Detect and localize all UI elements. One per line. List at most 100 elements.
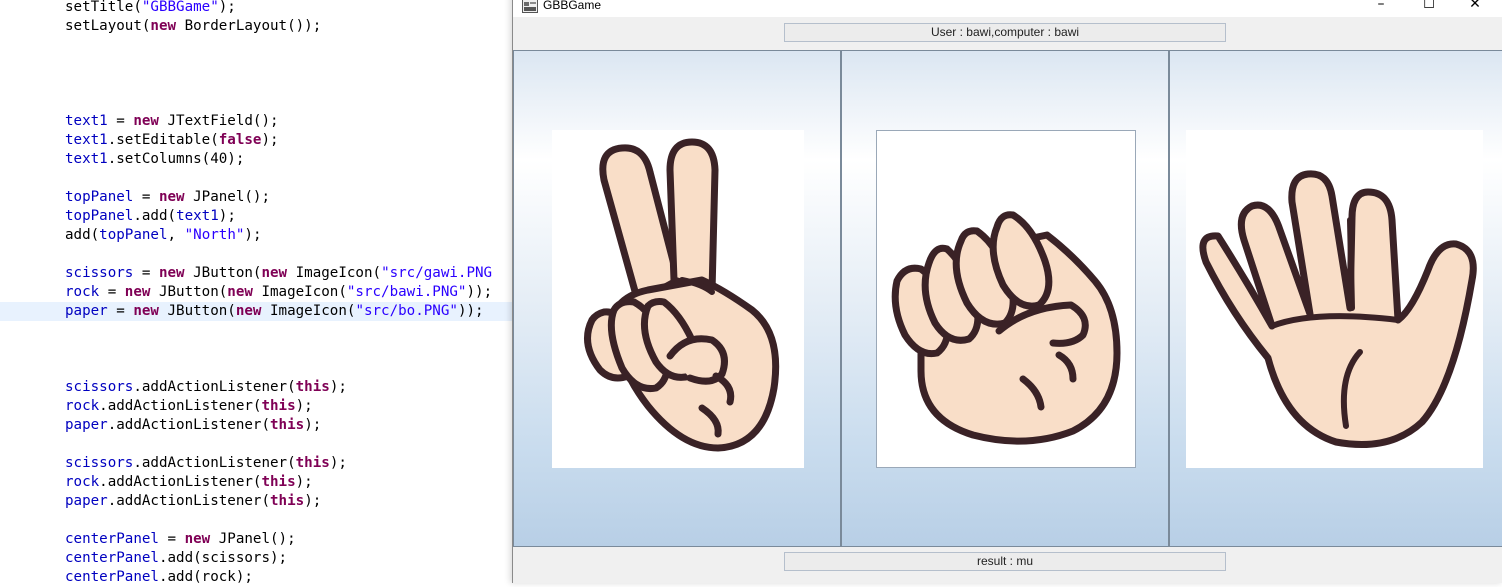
code-token: .setColumns(40);: [107, 151, 245, 167]
code-line: rock.addActionListener(this);: [65, 473, 313, 492]
rock-button[interactable]: [841, 50, 1169, 547]
code-token: new: [184, 531, 211, 547]
code-token: "North": [184, 227, 245, 243]
code-token: .addActionListener(: [107, 417, 271, 433]
code-token: new: [133, 113, 159, 129]
code-token: ImageIcon(: [287, 265, 382, 281]
code-token: new: [150, 18, 177, 34]
maximize-icon[interactable]: ☐: [1417, 0, 1441, 13]
code-line: rock = new JButton(new ImageIcon("src/ba…: [65, 283, 492, 302]
code-line: centerPanel.add(scissors);: [65, 549, 287, 568]
code-token: "GBBGame": [141, 0, 219, 15]
code-token: .addActionListener(: [107, 493, 271, 509]
code-token: JButton(: [158, 303, 236, 319]
code-token: this: [295, 379, 330, 395]
code-token: .addActionListener(: [133, 379, 296, 395]
code-token: =: [107, 113, 134, 129]
code-token: );: [244, 227, 262, 243]
code-token: =: [99, 284, 125, 300]
code-token: );: [304, 493, 322, 509]
code-token: .add(scissors);: [158, 550, 288, 566]
code-token: scissors: [65, 265, 134, 281]
code-token: .add(: [133, 208, 177, 224]
window-title: GBBGame: [543, 0, 602, 12]
code-token: ImageIcon(: [261, 303, 356, 319]
code-token: topPanel: [65, 189, 134, 205]
code-token: this: [270, 417, 305, 433]
code-token: JPanel();: [210, 531, 296, 547]
code-token: );: [329, 379, 347, 395]
code-token: this: [261, 474, 296, 490]
status-text-field: User : bawi,computer : bawi: [784, 23, 1226, 42]
result-text-field: result : mu: [784, 552, 1226, 571]
code-line: topPanel.add(text1);: [65, 207, 236, 226]
code-token: .addActionListener(: [133, 455, 296, 471]
code-line: scissors.addActionListener(this);: [65, 454, 347, 473]
code-token: new: [133, 303, 159, 319]
code-token: );: [218, 0, 236, 15]
code-token: rock: [65, 474, 100, 490]
gbbgame-window: GBBGame – ☐ ✕ User : bawi,computer : baw…: [512, 0, 1502, 583]
code-line: add(topPanel, "North");: [65, 226, 262, 245]
code-line: scissors.addActionListener(this);: [65, 378, 347, 397]
code-token: );: [218, 208, 236, 224]
code-line: paper.addActionListener(this);: [65, 416, 321, 435]
paper-open-hand-icon: [1186, 130, 1483, 468]
code-line: paper.addActionListener(this);: [65, 492, 321, 511]
close-icon[interactable]: ✕: [1463, 0, 1487, 13]
code-token: scissors: [65, 379, 134, 395]
code-token: JPanel();: [184, 189, 271, 205]
code-token: new: [158, 265, 185, 281]
paper-button[interactable]: [1169, 50, 1502, 547]
code-line: setLayout(new BorderLayout());: [65, 17, 321, 36]
code-line: centerPanel = new JPanel();: [65, 530, 296, 549]
code-token: topPanel: [99, 227, 168, 243]
code-token: text1: [65, 132, 108, 148]
code-token: );: [295, 474, 313, 490]
minimize-icon[interactable]: –: [1369, 0, 1393, 13]
code-line: rock.addActionListener(this);: [65, 397, 313, 416]
code-token: JButton(: [184, 265, 262, 281]
rock-fist-icon: [876, 130, 1136, 468]
scissors-button[interactable]: [513, 50, 841, 547]
code-token: topPanel: [65, 208, 134, 224]
code-token: ,: [167, 227, 185, 243]
center-panel: [513, 50, 1502, 547]
code-line: text1.setEditable(false);: [65, 131, 279, 150]
code-token: scissors: [65, 455, 134, 471]
code-line: scissors = new JButton(new ImageIcon("sr…: [65, 264, 492, 283]
title-bar[interactable]: GBBGame – ☐ ✕: [513, 0, 1502, 17]
code-token: =: [133, 189, 159, 205]
code-token: paper: [65, 417, 108, 433]
code-token: text1: [176, 208, 219, 224]
code-token: new: [158, 189, 185, 205]
code-line: text1.setColumns(40);: [65, 150, 244, 169]
code-line: paper = new JButton(new ImageIcon("src/b…: [65, 302, 484, 321]
code-token: );: [304, 417, 322, 433]
code-line: topPanel = new JPanel();: [65, 188, 270, 207]
code-line: text1 = new JTextField();: [65, 112, 279, 131]
code-token: );: [329, 455, 347, 471]
code-token: paper: [65, 493, 108, 509]
code-token: .setEditable(: [107, 132, 219, 148]
code-token: new: [227, 284, 253, 300]
code-token: this: [295, 455, 330, 471]
java-app-icon: [522, 0, 538, 13]
code-token: false: [218, 132, 262, 148]
code-token: rock: [65, 398, 100, 414]
code-token: centerPanel: [65, 531, 159, 547]
code-token: new: [235, 303, 262, 319]
code-line: setTitle("GBBGame");: [65, 0, 236, 17]
code-token: new: [261, 265, 288, 281]
code-token: text1: [65, 151, 108, 167]
code-token: .addActionListener(: [99, 398, 262, 414]
code-token: ));: [466, 284, 493, 300]
code-token: text1: [65, 113, 108, 129]
code-line: centerPanel.add(rock);: [65, 568, 253, 587]
code-token: );: [295, 398, 313, 414]
code-token: "src/gawi.PNG: [381, 265, 493, 281]
code-token: setLayout(: [65, 18, 151, 34]
code-token: ImageIcon(: [252, 284, 347, 300]
code-token: paper: [65, 303, 108, 319]
scissors-hand-icon: [552, 130, 804, 468]
